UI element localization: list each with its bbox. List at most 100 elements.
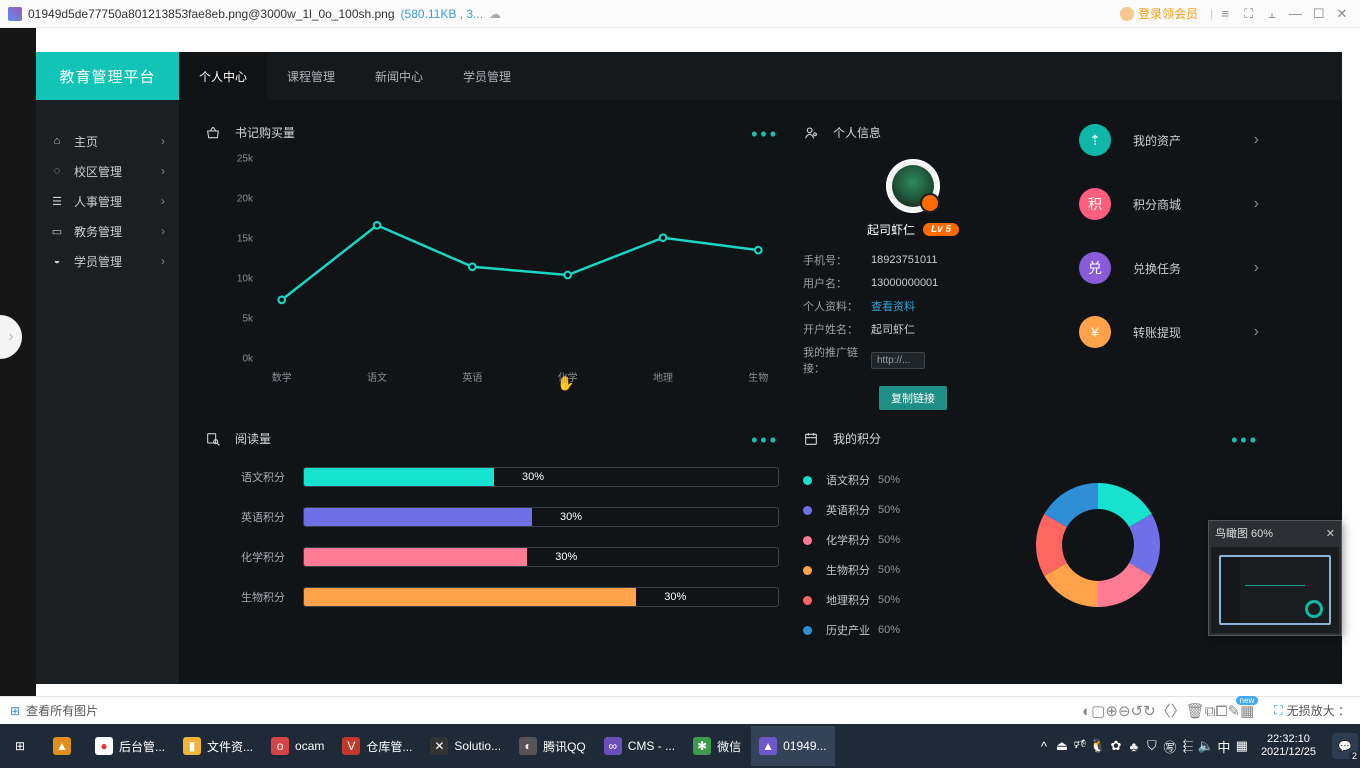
tray-icon[interactable]: ⏏ bbox=[1053, 738, 1071, 754]
zoom-label[interactable]: 无损放大 ： bbox=[1287, 702, 1350, 719]
chart-title: 书记购买量 bbox=[235, 124, 295, 141]
birdview-panel[interactable]: 鸟瞰图 60% ✕ bbox=[1208, 520, 1342, 636]
tray-icon[interactable]: ⛉ bbox=[1143, 738, 1161, 754]
viewer-tool[interactable]: 〉 bbox=[1171, 703, 1186, 720]
info-row: 个人资料：查看资料 bbox=[803, 298, 1023, 314]
close-icon[interactable]: ✕ bbox=[1326, 527, 1335, 540]
tray-icon[interactable]: 🐧 bbox=[1089, 738, 1107, 754]
nav-tab[interactable]: 新闻中心 bbox=[355, 52, 443, 100]
legend-pct: 60% bbox=[878, 624, 900, 636]
viewer-tool[interactable]: 🗑 bbox=[1186, 703, 1205, 720]
viewer-tool[interactable]: ↻ bbox=[1143, 703, 1156, 720]
sidebar-item-label: 主页 bbox=[74, 133, 98, 150]
viewer-tool[interactable]: ▢ bbox=[1091, 703, 1105, 720]
nav-tab[interactable]: 学员管理 bbox=[443, 52, 531, 100]
action-tile[interactable]: ⇡ 我的资产 › bbox=[1079, 124, 1259, 156]
action-tile[interactable]: ¥ 转账提现 › bbox=[1079, 316, 1259, 348]
tray-icon[interactable]: ▦ bbox=[1233, 738, 1251, 754]
x-tick: 化学 bbox=[558, 369, 578, 384]
birdview-preview[interactable] bbox=[1211, 547, 1339, 633]
sidebar-item[interactable]: ◒学员管理 › bbox=[36, 246, 179, 276]
taskbar-item[interactable]: ▲ bbox=[45, 726, 85, 766]
menu-icon[interactable]: ≡ bbox=[1215, 6, 1235, 21]
taskbar-item[interactable]: o ocam bbox=[263, 726, 332, 766]
taskbar-item-label: ocam bbox=[295, 739, 324, 753]
info-value: 13000000001 bbox=[871, 277, 938, 289]
legend-label: 地理积分 bbox=[826, 592, 870, 608]
tray-icon[interactable]: 🕫 bbox=[1071, 735, 1089, 757]
tray-icon[interactable]: 🔈 bbox=[1197, 738, 1215, 754]
sidebar-item[interactable]: ☰人事管理 › bbox=[36, 186, 179, 216]
tray-icon[interactable]: ^ bbox=[1035, 739, 1053, 754]
expand-icon[interactable]: ⛶ bbox=[1274, 703, 1282, 718]
chevron-right-icon: › bbox=[161, 194, 165, 208]
maximize-icon[interactable]: ☐ bbox=[1309, 6, 1329, 22]
legend-row: 地理积分 50% bbox=[803, 592, 943, 608]
viewer-tool[interactable]: ⧉ bbox=[1205, 703, 1216, 720]
viewer-tool[interactable]: ▦ bbox=[1240, 703, 1254, 720]
taskbar-app-icon: ● bbox=[95, 737, 113, 755]
copy-link-button[interactable]: 复制链接 bbox=[879, 386, 947, 410]
url-box[interactable]: http://... bbox=[871, 352, 925, 369]
clock[interactable]: 22:32:10 2021/12/25 bbox=[1261, 733, 1316, 759]
taskbar-item[interactable]: ● 后台管... bbox=[87, 726, 173, 766]
cloud-icon[interactable]: ☁ bbox=[489, 7, 501, 21]
card-menu-icon[interactable]: ••• bbox=[751, 124, 779, 145]
member-login-link[interactable]: 登录领会员 bbox=[1120, 5, 1198, 22]
action-label: 我的资产 bbox=[1133, 132, 1254, 149]
sidebar-item-label: 人事管理 bbox=[74, 193, 122, 210]
taskbar-item[interactable]: ◐ 腾讯QQ bbox=[511, 726, 594, 766]
taskbar-item[interactable]: ⊞ bbox=[3, 726, 43, 766]
action-tile[interactable]: 兑 兑换任务 › bbox=[1079, 252, 1259, 284]
info-row: 我的推广链接：http://... bbox=[803, 344, 1023, 376]
notification-button[interactable]: 💬2 bbox=[1332, 733, 1358, 759]
nav-tab[interactable]: 个人中心 bbox=[179, 52, 267, 100]
tray-icon[interactable]: ✿ bbox=[1107, 738, 1125, 754]
tray-icon[interactable]: 中 bbox=[1215, 737, 1233, 756]
legend-dot bbox=[803, 506, 812, 515]
viewer-tool[interactable]: 〈 bbox=[1156, 703, 1171, 720]
viewer-tool[interactable]: ◐ bbox=[1082, 703, 1091, 720]
action-tile[interactable]: 积 积分商城 › bbox=[1079, 188, 1259, 220]
viewer-tool[interactable]: ↺ bbox=[1131, 703, 1144, 720]
points-title: 我的积分 bbox=[833, 430, 881, 447]
sidebar-item[interactable]: ◌校区管理 › bbox=[36, 156, 179, 186]
taskbar-item[interactable]: ▲ 01949... bbox=[751, 726, 834, 766]
sidebar-item[interactable]: ⌂主页 › bbox=[36, 126, 179, 156]
legend-dot bbox=[803, 626, 812, 635]
card-menu-icon[interactable]: ••• bbox=[751, 430, 779, 451]
all-images-label[interactable]: 查看所有图片 bbox=[26, 702, 98, 719]
taskbar-item[interactable]: ▮ 文件资... bbox=[175, 726, 261, 766]
close-icon[interactable]: ✕ bbox=[1332, 6, 1352, 22]
action-icon: ⇡ bbox=[1079, 124, 1111, 156]
taskbar-item[interactable]: ∞ CMS - ... bbox=[596, 726, 683, 766]
tray-icon[interactable]: ♣ bbox=[1125, 739, 1143, 754]
grid-icon[interactable]: ⊞ bbox=[10, 704, 20, 718]
profile-title: 个人信息 bbox=[833, 124, 881, 141]
tray-icon[interactable]: ㊢ bbox=[1161, 737, 1179, 756]
minimize-icon[interactable]: — bbox=[1285, 6, 1305, 21]
taskbar-item[interactable]: ✕ Solutio... bbox=[422, 726, 509, 766]
viewer-toolbar: ⊞ 查看所有图片 ◐▢⊕⊖↺↻〈〉🗑⧉⧠✎▦new ⛶ 无损放大 ： bbox=[0, 696, 1360, 724]
viewer-tool[interactable]: ⧠ bbox=[1215, 703, 1227, 720]
taskbar-item[interactable]: V 仓库管... bbox=[334, 726, 420, 766]
taskbar-item[interactable]: ✱ 微信 bbox=[685, 726, 749, 766]
line-chart bbox=[261, 159, 779, 366]
legend-label: 英语积分 bbox=[826, 502, 870, 518]
taskbar-item-label: CMS - ... bbox=[628, 739, 675, 753]
sidebar-item[interactable]: ▭教务管理 › bbox=[36, 216, 179, 246]
viewer-tool[interactable]: ⊕ bbox=[1105, 703, 1118, 720]
bar-row: 化学积分 30% bbox=[205, 547, 779, 567]
app-window: 01949d5de77750a801213853fae8eb.png@3000w… bbox=[0, 0, 1360, 768]
taskbar-item-label: 腾讯QQ bbox=[543, 738, 586, 755]
viewer-tool[interactable]: ✎ bbox=[1227, 703, 1240, 720]
tray-icon[interactable]: ⬱ bbox=[1179, 738, 1197, 754]
nav-tab[interactable]: 课程管理 bbox=[267, 52, 355, 100]
notif-badge: 2 bbox=[1349, 751, 1360, 761]
card-menu-icon[interactable]: ••• bbox=[1231, 430, 1259, 451]
pin-icon[interactable]: ⫠ bbox=[1262, 6, 1282, 22]
viewer-tool[interactable]: ⊖ bbox=[1118, 703, 1131, 720]
info-value[interactable]: 查看资料 bbox=[871, 298, 915, 314]
fullscreen-icon[interactable]: ⛶ bbox=[1239, 6, 1259, 22]
legend-dot bbox=[803, 566, 812, 575]
